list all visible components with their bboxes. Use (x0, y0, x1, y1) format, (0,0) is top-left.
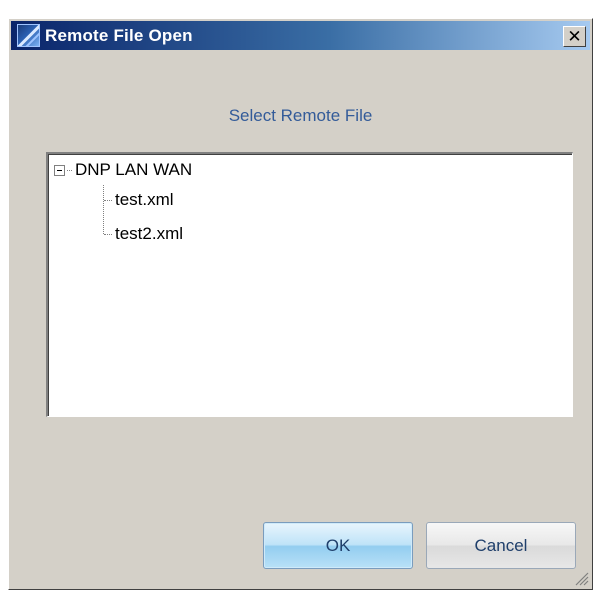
remote-file-open-dialog: Remote File Open ✕ Select Remote File DN… (8, 18, 593, 590)
resize-grip-icon[interactable] (573, 570, 589, 586)
title-bar[interactable]: Remote File Open ✕ (11, 21, 590, 50)
tree-node-file[interactable]: test.xml (104, 189, 174, 211)
window-title: Remote File Open (45, 25, 193, 45)
tree-node-label: test2.xml (115, 224, 184, 243)
collapse-icon[interactable] (54, 164, 65, 176)
close-icon: ✕ (567, 27, 582, 46)
tree-node-label: test.xml (115, 190, 174, 209)
ok-button[interactable]: OK (263, 522, 413, 569)
tree-node-root[interactable]: DNP LAN WAN (54, 159, 192, 181)
app-icon (17, 24, 40, 47)
tree-connector (104, 233, 112, 235)
tree-node-label: DNP LAN WAN (75, 160, 193, 179)
cancel-button[interactable]: Cancel (426, 522, 576, 569)
remote-file-tree[interactable]: DNP LAN WAN test.xml test2.xml (46, 152, 573, 417)
close-button[interactable]: ✕ (563, 26, 586, 47)
dialog-heading: Select Remote File (228, 106, 373, 125)
tree-connector (67, 169, 72, 171)
tree-connector (104, 199, 112, 201)
tree-node-file[interactable]: test2.xml (104, 223, 183, 245)
